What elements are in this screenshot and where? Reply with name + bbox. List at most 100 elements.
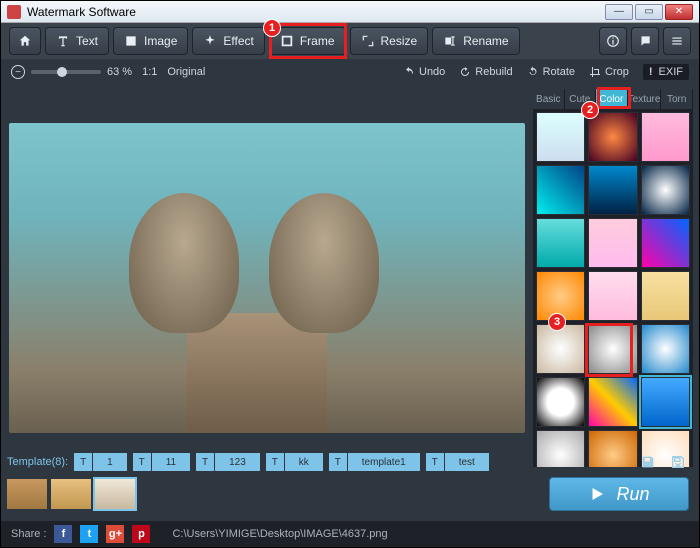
- sub-toolbar: − 63 % 1:1 Original Undo Rebuild Rotate …: [1, 59, 699, 85]
- image-thumb[interactable]: [51, 479, 91, 509]
- template-badge-icon: T: [426, 453, 444, 471]
- template-item[interactable]: Ttest: [426, 453, 489, 471]
- feedback-button[interactable]: [631, 27, 659, 55]
- frame-thumb[interactable]: [536, 377, 585, 427]
- image-content: [269, 193, 379, 333]
- image-icon: [124, 34, 138, 48]
- share-facebook[interactable]: f: [54, 525, 72, 543]
- minimize-button[interactable]: —: [605, 4, 633, 20]
- share-twitter[interactable]: t: [80, 525, 98, 543]
- template-name: test: [445, 453, 489, 471]
- tab-color[interactable]: Color: [596, 89, 628, 109]
- rotate-button[interactable]: Rotate: [527, 64, 575, 80]
- rotate-icon: [527, 66, 539, 78]
- original-label[interactable]: Original: [167, 66, 205, 78]
- template-item[interactable]: T123: [196, 453, 260, 471]
- share-label: Share :: [11, 528, 46, 540]
- template-item[interactable]: Tkk: [266, 453, 323, 471]
- template-badge-icon: T: [196, 453, 214, 471]
- info-icon: [606, 34, 620, 48]
- effect-button[interactable]: Effect: [192, 27, 264, 55]
- help-button[interactable]: [599, 27, 627, 55]
- callout-num-2: 2: [581, 101, 599, 119]
- template-label: Template(8):: [7, 456, 68, 468]
- image-thumbs: [7, 479, 135, 509]
- image-thumb[interactable]: [7, 479, 47, 509]
- rename-button[interactable]: Rename: [432, 27, 519, 55]
- ratio-label[interactable]: 1:1: [142, 66, 157, 78]
- resize-icon: [361, 34, 375, 48]
- frame-icon: [280, 34, 294, 48]
- rebuild-button[interactable]: Rebuild: [459, 64, 512, 80]
- app-icon: [7, 5, 21, 19]
- template-badge-icon: T: [74, 453, 92, 471]
- frame-thumb[interactable]: [641, 112, 690, 162]
- template-badge-icon: T: [266, 453, 284, 471]
- template-name: kk: [285, 453, 323, 471]
- frame-panel: Basic Cute Color Texture Torn: [533, 89, 693, 467]
- resize-button[interactable]: Resize: [350, 27, 429, 55]
- home-button[interactable]: [9, 27, 41, 55]
- save-icon: [640, 454, 656, 470]
- frame-thumb[interactable]: [588, 271, 637, 321]
- frame-thumb[interactable]: [641, 271, 690, 321]
- preview-canvas[interactable]: [9, 123, 525, 433]
- menu-icon: [670, 34, 684, 48]
- template-item[interactable]: T11: [133, 453, 190, 471]
- text-icon: [56, 34, 70, 48]
- zoom-value: 63 %: [107, 66, 132, 78]
- template-bar: Template(8): T1T11T123TkkTtemplate1Ttest: [7, 451, 609, 473]
- chat-icon: [638, 34, 652, 48]
- zoom-out-button[interactable]: −: [11, 65, 25, 79]
- frame-thumb[interactable]: [588, 377, 637, 427]
- run-button[interactable]: Run: [549, 477, 689, 511]
- play-icon: [588, 485, 606, 503]
- image-button[interactable]: Image: [113, 27, 188, 55]
- image-thumb[interactable]: [95, 479, 135, 509]
- frame-thumb[interactable]: [536, 165, 585, 215]
- tab-torn[interactable]: Torn: [661, 89, 693, 109]
- undo-icon: [403, 66, 415, 78]
- delete-template-button[interactable]: [667, 451, 689, 473]
- frame-thumb[interactable]: [588, 112, 637, 162]
- frame-thumb[interactable]: [641, 165, 690, 215]
- frame-thumb[interactable]: [588, 218, 637, 268]
- template-name: 123: [215, 453, 260, 471]
- frame-thumb[interactable]: [641, 218, 690, 268]
- frame-thumb[interactable]: [641, 377, 690, 427]
- template-name: template1: [348, 453, 420, 471]
- maximize-button[interactable]: ▭: [635, 4, 663, 20]
- settings-button[interactable]: [663, 27, 691, 55]
- tab-texture[interactable]: Texture: [628, 89, 662, 109]
- frame-thumb[interactable]: [641, 324, 690, 374]
- template-item[interactable]: T1: [74, 453, 127, 471]
- file-path: C:\Users\YIMIGE\Desktop\IMAGE\4637.png: [172, 528, 387, 540]
- save-template-button[interactable]: [637, 451, 659, 473]
- share-googleplus[interactable]: g+: [106, 525, 124, 543]
- template-badge-icon: T: [329, 453, 347, 471]
- share-pinterest[interactable]: p: [132, 525, 150, 543]
- frame-thumb[interactable]: [536, 112, 585, 162]
- callout-num-1: 1: [263, 19, 281, 37]
- template-item[interactable]: Ttemplate1: [329, 453, 420, 471]
- tab-basic[interactable]: Basic: [533, 89, 565, 109]
- frame-thumb[interactable]: [536, 324, 585, 374]
- text-button[interactable]: Text: [45, 27, 109, 55]
- home-icon: [18, 34, 32, 48]
- zoom-slider[interactable]: [31, 70, 101, 74]
- crop-button[interactable]: Crop: [589, 64, 629, 80]
- template-badge-icon: T: [133, 453, 151, 471]
- window-title: Watermark Software: [27, 5, 136, 19]
- exif-button[interactable]: !EXIF: [643, 64, 689, 80]
- window-titlebar: Watermark Software — ▭ ✕: [1, 1, 699, 23]
- frame-thumb[interactable]: [588, 324, 637, 374]
- template-name: 11: [152, 453, 190, 471]
- template-name: 1: [93, 453, 127, 471]
- window-controls: — ▭ ✕: [605, 4, 693, 20]
- crop-icon: [589, 66, 601, 78]
- frame-thumb[interactable]: [536, 218, 585, 268]
- frame-thumb[interactable]: [588, 165, 637, 215]
- undo-button[interactable]: Undo: [403, 64, 445, 80]
- rename-icon: [443, 34, 457, 48]
- close-button[interactable]: ✕: [665, 4, 693, 20]
